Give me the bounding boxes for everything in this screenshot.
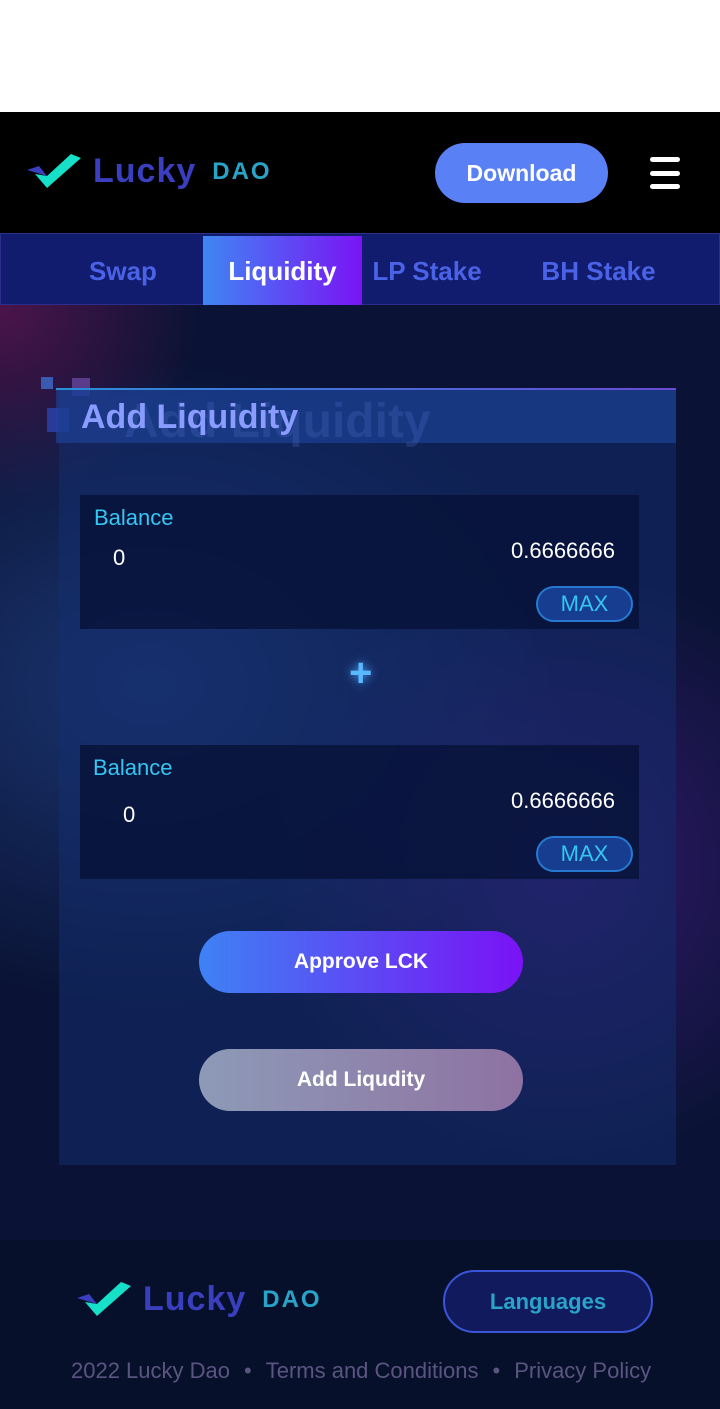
max-button[interactable]: MAX (536, 586, 633, 622)
tab-lp-stake[interactable]: LP Stake (362, 236, 492, 306)
tab-bar: Swap Liquidity LP Stake BH Stake (0, 233, 720, 306)
logo-word: Lucky (93, 152, 197, 190)
approve-lck-button[interactable]: Approve LCK (199, 931, 523, 993)
balance-label: Balance (93, 755, 173, 780)
decor-square (41, 377, 53, 389)
copyright: 2022 Lucky Dao (71, 1358, 230, 1383)
checkmark-logo-icon (27, 153, 81, 188)
amount-input[interactable]: 0 (123, 802, 135, 828)
footer-logo[interactable]: Lucky DAO (75, 1280, 322, 1319)
logo-dao: DAO (212, 157, 272, 185)
balance-value: 0.6666666 (511, 788, 615, 813)
checkmark-logo-icon (77, 1281, 131, 1316)
languages-button[interactable]: Languages (443, 1270, 653, 1333)
add-liquidity-card: Add Liquidity Add Liquidity Balance 0 0.… (56, 388, 676, 1165)
logo[interactable]: Lucky DAO (25, 152, 272, 191)
card-title-bar: Add Liquidity Add Liquidity (56, 388, 676, 448)
amount-input[interactable]: 0 (113, 545, 125, 571)
separator: • (244, 1358, 252, 1383)
logo-word: Lucky (143, 1280, 247, 1318)
max-button[interactable]: MAX (536, 836, 633, 872)
plus-icon: + (349, 651, 373, 695)
hamburger-menu-icon[interactable] (650, 157, 680, 189)
tab-bh-stake[interactable]: BH Stake (526, 236, 671, 306)
logo-dao: DAO (262, 1285, 322, 1313)
balance-label: Balance (94, 505, 174, 530)
footer: Lucky DAO Languages 2022 Lucky Dao • Term… (0, 1240, 720, 1409)
balance-value: 0.6666666 (511, 538, 615, 563)
main: Add Liquidity Add Liquidity Balance 0 0.… (0, 305, 720, 1240)
terms-link[interactable]: Terms and Conditions (266, 1358, 479, 1384)
card-title: Add Liquidity (81, 398, 299, 436)
header: Lucky DAO Download (0, 112, 720, 233)
add-liquidity-button[interactable]: Add Liqudity (199, 1049, 523, 1111)
token-input-2[interactable]: Balance 0 0.6666666 MAX (80, 745, 639, 879)
tab-swap[interactable]: Swap (63, 236, 183, 306)
separator: • (492, 1358, 501, 1383)
footer-links: 2022 Lucky Dao • Terms and Conditions • … (71, 1358, 651, 1384)
token-input-1[interactable]: Balance 0 0.6666666 MAX (80, 495, 639, 629)
download-button[interactable]: Download (435, 143, 608, 203)
privacy-link[interactable]: Privacy Policy (514, 1358, 651, 1384)
tab-liquidity[interactable]: Liquidity (203, 236, 362, 306)
